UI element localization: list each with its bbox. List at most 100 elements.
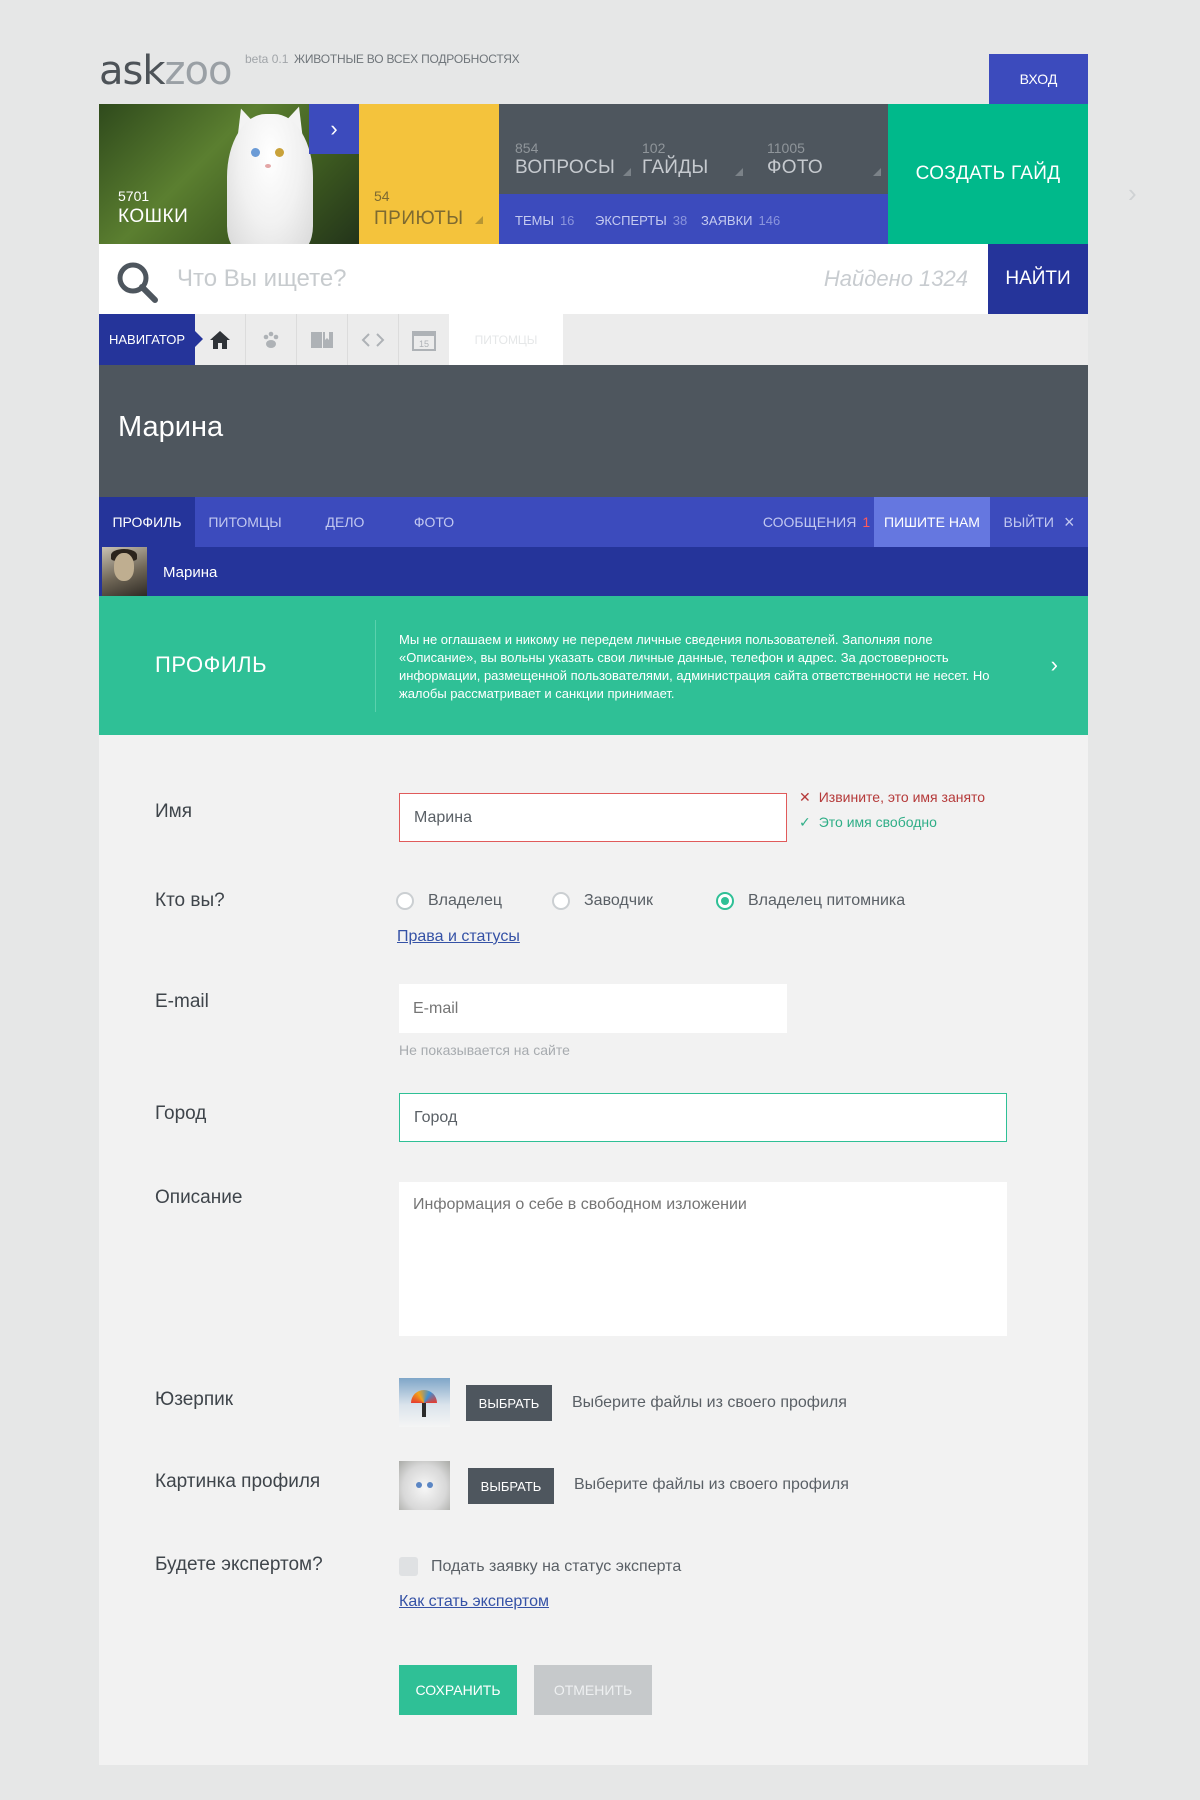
home-icon[interactable]	[195, 314, 246, 365]
cat-image	[227, 114, 313, 244]
logo[interactable]: askzoo	[99, 48, 232, 94]
profile-banner: ПРОФИЛЬ Мы не оглашаем и никому не перед…	[99, 596, 1088, 735]
cancel-button[interactable]: ОТМЕНИТЬ	[534, 1665, 652, 1715]
radio-owner[interactable]: Владелец	[396, 892, 502, 910]
corner-triangle-icon	[872, 168, 881, 176]
tab-messages[interactable]: СООБЩЕНИЯ 1	[759, 497, 874, 547]
name-ok-hint: ✓ Это имя свободно	[799, 814, 937, 830]
chevron-right-icon[interactable]: ›	[1128, 178, 1137, 209]
save-button[interactable]: СОХРАНИТЬ	[399, 1665, 517, 1715]
create-guide-button[interactable]: СОЗДАТЬ ГАЙД	[888, 104, 1088, 244]
stat-label: ФОТО	[767, 157, 823, 178]
login-button[interactable]: ВХОД	[989, 54, 1088, 104]
become-expert-link[interactable]: Как стать экспертом	[399, 1593, 549, 1611]
calendar-icon[interactable]: 15	[399, 314, 450, 365]
tile-stats: 854 ВОПРОСЫ 102 ГАЙДЫ 11005 ФОТО	[499, 104, 888, 194]
cat-image-part	[275, 148, 284, 157]
radio-circle-icon	[396, 892, 414, 910]
userpic-thumbnail	[399, 1378, 450, 1427]
sublink-experts[interactable]: ЭКСПЕРТЫ 38	[595, 213, 687, 228]
stat-photos[interactable]: 11005 ФОТО	[767, 140, 881, 179]
email-note: Не показывается на сайте	[399, 1042, 570, 1058]
corner-triangle-icon	[475, 216, 483, 224]
tile-shelters[interactable]: 54 ПРИЮТЫ	[359, 104, 499, 244]
chevron-right-icon[interactable]: ›	[309, 104, 359, 154]
profile-tabs: ПРОФИЛЬ ПИТОМЦЫ ДЕЛО ФОТО СООБЩЕНИЯ 1 ПИШ…	[99, 497, 1088, 547]
description-field[interactable]	[399, 1182, 1007, 1336]
stat-count: 11005	[767, 140, 805, 156]
avatar[interactable]	[102, 547, 147, 596]
tile-label: ПРИЮТЫ	[374, 208, 464, 229]
radio-circle-icon	[552, 892, 570, 910]
stat-count: 854	[515, 140, 539, 156]
stat-guides[interactable]: 102 ГАЙДЫ	[642, 140, 743, 179]
name-label: Имя	[155, 801, 193, 822]
privacy-notice: Мы не оглашаем и никому не передем личны…	[399, 632, 990, 701]
sublink-topics[interactable]: ТЕМЫ 16	[515, 213, 574, 228]
banner-title: ПРОФИЛЬ	[155, 652, 268, 677]
tab-profile[interactable]: ПРОФИЛЬ	[99, 497, 195, 547]
tile-count: 5701	[118, 188, 150, 204]
pick-profile-picture-button[interactable]: ВЫБРАТЬ	[468, 1468, 554, 1504]
userpic-label: Юзерпик	[155, 1389, 234, 1410]
tab-case[interactable]: ДЕЛО	[295, 497, 395, 547]
search-input[interactable]	[177, 244, 737, 314]
stat-label: ГАЙДЫ	[642, 157, 709, 178]
cat-image-part	[251, 148, 260, 157]
tile-sublinks: ТЕМЫ 16 ЭКСПЕРТЫ 38 ЗАЯВКИ 146	[499, 194, 888, 244]
user-header: Марина	[99, 365, 1088, 497]
chevron-right-icon[interactable]: ›	[1051, 652, 1058, 678]
rights-link[interactable]: Права и статусы	[397, 928, 520, 946]
search-button[interactable]: НАЙТИ	[988, 244, 1088, 314]
check-icon: ✓	[799, 814, 811, 830]
email-label: E-mail	[155, 991, 209, 1012]
city-field[interactable]	[399, 1093, 1007, 1142]
radio-selected-icon	[716, 892, 734, 910]
corner-triangle-icon	[734, 168, 743, 176]
write-us-button[interactable]: ПИШИТЕ НАМ	[874, 497, 990, 547]
tile-cats[interactable]: › 5701 КОШКИ	[99, 104, 359, 244]
code-icon[interactable]	[348, 314, 399, 365]
stat-label: ВОПРОСЫ	[515, 157, 616, 178]
user-strip: Марина	[99, 547, 1088, 596]
book-icon[interactable]	[297, 314, 348, 365]
tile-label: КОШКИ	[118, 206, 189, 227]
messages-count-badge: 1	[862, 514, 871, 530]
navigator-label: НАВИГАТОР	[99, 314, 203, 365]
stat-questions[interactable]: 854 ВОПРОСЫ	[515, 140, 632, 179]
who-label: Кто вы?	[155, 890, 225, 911]
pick-userpic-hint: Выберите файлы из своего профиля	[572, 1394, 847, 1411]
divider	[375, 620, 376, 712]
expert-checkbox[interactable]: Подать заявку на статус эксперта	[399, 1557, 681, 1576]
found-count: Найдено 1324	[823, 266, 968, 291]
corner-triangle-icon	[623, 168, 632, 176]
category-tiles: › 5701 КОШКИ 54 ПРИЮТЫ 854 ВОПРОСЫ 102 Г…	[99, 104, 1088, 244]
nav-pets-tab[interactable]: ПИТОМЦЫ	[449, 314, 563, 365]
logout-button[interactable]: ВЫЙТИ ×	[990, 497, 1088, 547]
name-field[interactable]	[399, 793, 787, 842]
pick-profile-picture-hint: Выберите файлы из своего профиля	[574, 1476, 849, 1493]
tab-pets[interactable]: ПИТОМЦЫ	[195, 497, 295, 547]
navigator-bar: НАВИГАТОР 15 ПИТОМЦЫ	[99, 314, 1088, 365]
search-icon	[117, 262, 158, 303]
page-title: Марина	[118, 411, 224, 443]
profile-picture-label: Картинка профиля	[155, 1471, 321, 1492]
sublink-requests[interactable]: ЗАЯВКИ 146	[701, 213, 780, 228]
radio-breeder[interactable]: Заводчик	[552, 892, 653, 910]
search-bar: Найдено 1324 НАЙТИ	[99, 244, 1088, 314]
beta-label: beta 0.1	[245, 52, 289, 66]
user-strip-name: Марина	[163, 564, 218, 581]
close-icon: ×	[1063, 511, 1075, 532]
city-label: Город	[155, 1103, 207, 1124]
name-error-hint: ✕ Извините, это имя занято	[799, 789, 986, 805]
tagline: ЖИВОТНЫЕ ВО ВСЕХ ПОДРОБНОСТЯХ	[294, 52, 520, 66]
cat-image-part	[265, 164, 271, 168]
description-label: Описание	[155, 1187, 243, 1208]
email-field[interactable]	[399, 984, 787, 1033]
close-icon: ✕	[799, 789, 811, 805]
pick-userpic-button[interactable]: ВЫБРАТЬ	[466, 1385, 552, 1421]
tab-photo[interactable]: ФОТО	[389, 497, 479, 547]
radio-kennel-owner[interactable]: Владелец питомника	[716, 892, 905, 910]
paw-icon[interactable]	[246, 314, 297, 365]
svg-text:15: 15	[419, 339, 429, 349]
